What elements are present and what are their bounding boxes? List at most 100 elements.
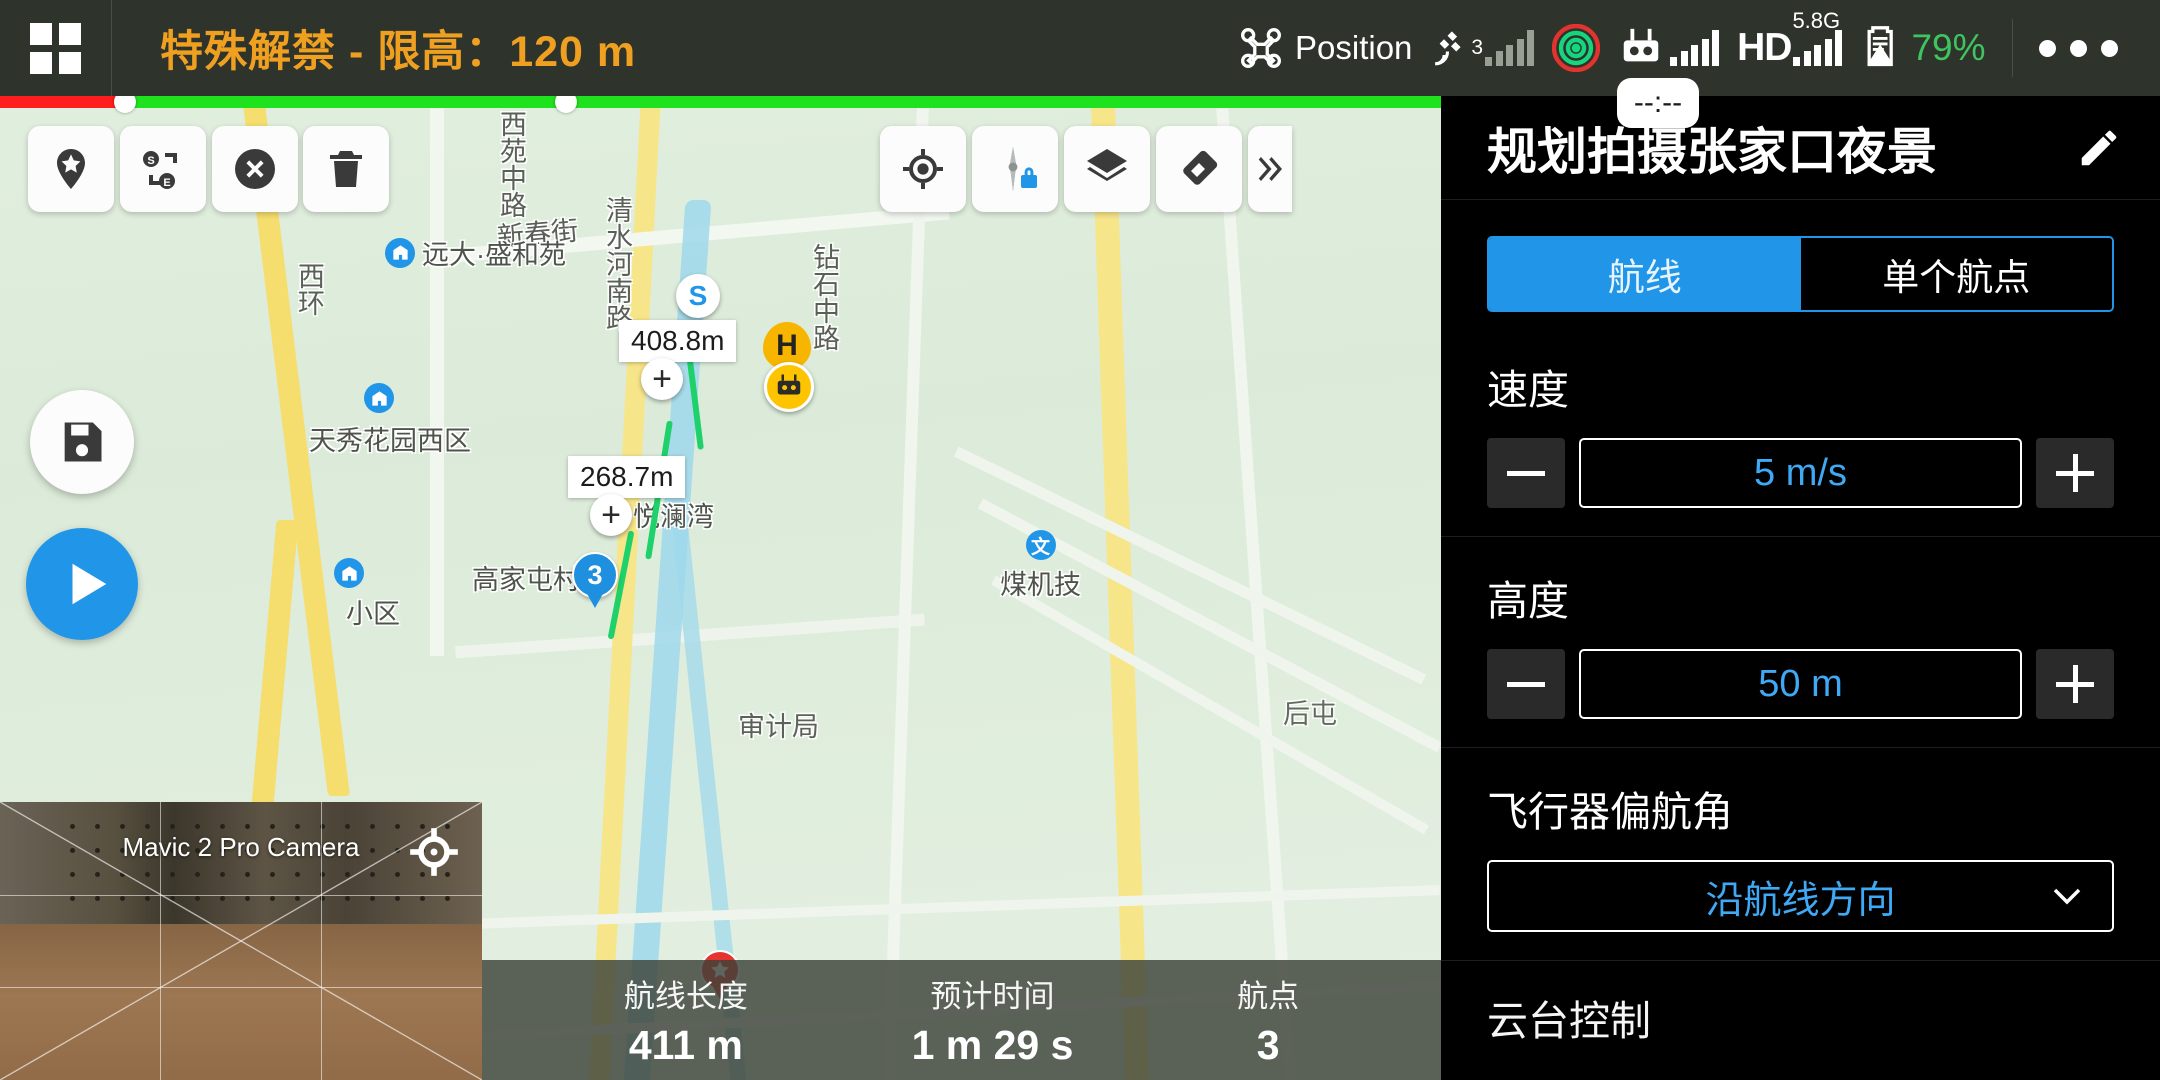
road-label-west-ring: 西环 [294,262,324,316]
rc-signal-indicator[interactable] [1618,25,1720,71]
distance-label-segment-1: 408.8m [619,320,737,362]
expand-toolbar-button[interactable] [1248,126,1292,212]
topbar-status-group: Position 3 HD 5.8G 79% [1239,0,1986,96]
speed-setting-row: 速度 5 m/s [1441,326,2160,537]
flight-mode-indicator[interactable]: Position [1239,26,1412,70]
chevron-double-right-icon [1258,157,1282,181]
road-label-qingshui: 清水河南路 [602,196,632,331]
stat-route-length: 航线长度 411 m [624,971,748,1069]
stat-label: 航点 [1237,979,1300,1014]
remote-controller-icon [777,374,801,395]
building-icon [334,558,364,588]
speed-value[interactable]: 5 m/s [1579,438,2022,508]
poi-meijiji[interactable]: 文 煤机技 [1000,530,1081,602]
add-waypoint-button-1[interactable]: + [641,358,683,400]
altitude-setting-row: 高度 50 m [1441,537,2160,748]
gps-indicator[interactable]: 3 [1430,27,1535,69]
gimbal-setting-row: 云台控制 [1441,961,2160,1080]
poi-label: 煤机技 [1000,570,1081,600]
road-minor-1 [430,96,444,656]
top-status-bar: 特殊解禁 - 限高：120 m Position 3 HD 5.8G 79% [0,0,2160,96]
focus-target-icon[interactable] [408,826,460,878]
compass-lock-icon [1008,147,1037,191]
stat-label: 航线长度 [623,979,748,1014]
compass-lock-button[interactable] [972,126,1058,212]
map-layers-button[interactable] [1064,126,1150,212]
culture-icon: 文 [1025,530,1056,560]
speed-decrease-button[interactable] [1487,438,1565,508]
mission-type-tabs: 航线 单个航点 [1487,236,2114,312]
waypoint-pin-tip [586,592,604,608]
vision-sensor-icon [1552,24,1601,72]
waypoint-marker-3[interactable]: 3 [572,552,618,610]
eraser-icon [1183,150,1218,185]
app-menu-button[interactable] [0,0,112,96]
vision-system-indicator[interactable] [1552,24,1601,72]
tab-route[interactable]: 航线 [1489,238,1801,310]
add-waypoint-button-2[interactable]: + [590,494,632,536]
poi-label: 远大·盛和苑 [422,240,566,270]
clear-tool[interactable] [212,126,298,212]
video-band-label: 5.8G [1792,8,1841,33]
poi-label: 小区 [346,599,400,629]
camera-preview[interactable]: Mavic 2 Pro Camera [0,802,482,1080]
satellite-icon [1435,31,1462,66]
more-dots-icon[interactable] [2039,39,2118,57]
mission-stats-bar: 航线长度 411 m 预计时间 1 m 29 s 航点 3 [482,960,1441,1080]
chevron-down-icon [2052,887,2082,905]
building-icon [385,237,415,268]
stat-value: 411 m [628,1022,743,1068]
gps-satellite-count: 3 [1471,36,1484,59]
camera-grid-line [0,895,482,896]
stat-value: 1 m 29 s [911,1022,1074,1068]
remote-controller-marker[interactable] [764,362,814,412]
yaw-label: 飞行器偏航角 [1487,789,1733,835]
locate-me-button[interactable] [880,126,966,212]
poi-tianxiu-garden[interactable]: 天秀花园西区 [309,383,471,456]
altitude-value[interactable]: 50 m [1579,649,2022,719]
stat-waypoint-count: 航点 3 [1237,971,1299,1069]
grid-menu-icon [30,22,81,74]
pencil-icon [2081,130,2117,165]
hd-label: HD [1737,26,1792,69]
trash-icon [330,151,362,187]
speed-stepper: 5 m/s [1487,438,2114,508]
tab-single-waypoint[interactable]: 单个航点 [1800,238,2112,310]
gps-signal-bars [1485,30,1535,66]
battery-indicator[interactable]: 79% [1860,26,1986,70]
play-icon [72,563,106,605]
yaw-dropdown[interactable]: 沿航线方向 [1487,860,2114,932]
stat-value: 3 [1256,1022,1280,1068]
road-label-xiyuan: 西苑中路 [496,110,526,218]
svg-text:E: E [163,177,170,189]
delete-tool[interactable] [303,126,389,212]
save-mission-button[interactable] [30,390,134,494]
poi-label-shenjiju: 审计局 [738,712,819,742]
favorite-pin-tool[interactable] [28,126,114,212]
swap-se-icon: SE [143,151,177,189]
save-floppy-icon [64,422,102,462]
poi-label-yuelanwan: 悦澜湾 [633,502,714,532]
altitude-decrease-button[interactable] [1487,649,1565,719]
eraser-button[interactable] [1156,126,1242,212]
poi-xiaoqu[interactable]: 小区 [334,558,400,629]
speed-increase-button[interactable] [2036,438,2114,508]
rc-signal-bars [1670,30,1720,66]
speed-label: 速度 [1487,367,1569,413]
video-link-indicator[interactable]: HD 5.8G [1737,8,1843,70]
waypoint-start-marker[interactable]: S [676,274,720,318]
poi-yuanda-shenghe[interactable]: 远大·盛和苑 [385,233,566,272]
building-icon [364,383,394,413]
flight-battery-strip [0,91,1441,113]
flight-timer: --:-- [1617,78,1699,128]
altitude-increase-button[interactable] [2036,649,2114,719]
swap-start-end-tool[interactable]: SE [120,126,206,212]
start-mission-button[interactable] [26,528,138,640]
edit-title-button[interactable] [2076,125,2122,171]
mission-title-row: 规划拍摄张家口夜景 [1441,96,2160,200]
camera-grid-line [0,987,482,988]
battery-safe-zone [130,96,1441,108]
distance-label-segment-2: 268.7m [568,456,686,498]
poi-label: 天秀花园西区 [309,426,471,456]
poi-label-gaojiatun: 高家屯村 [472,565,580,595]
